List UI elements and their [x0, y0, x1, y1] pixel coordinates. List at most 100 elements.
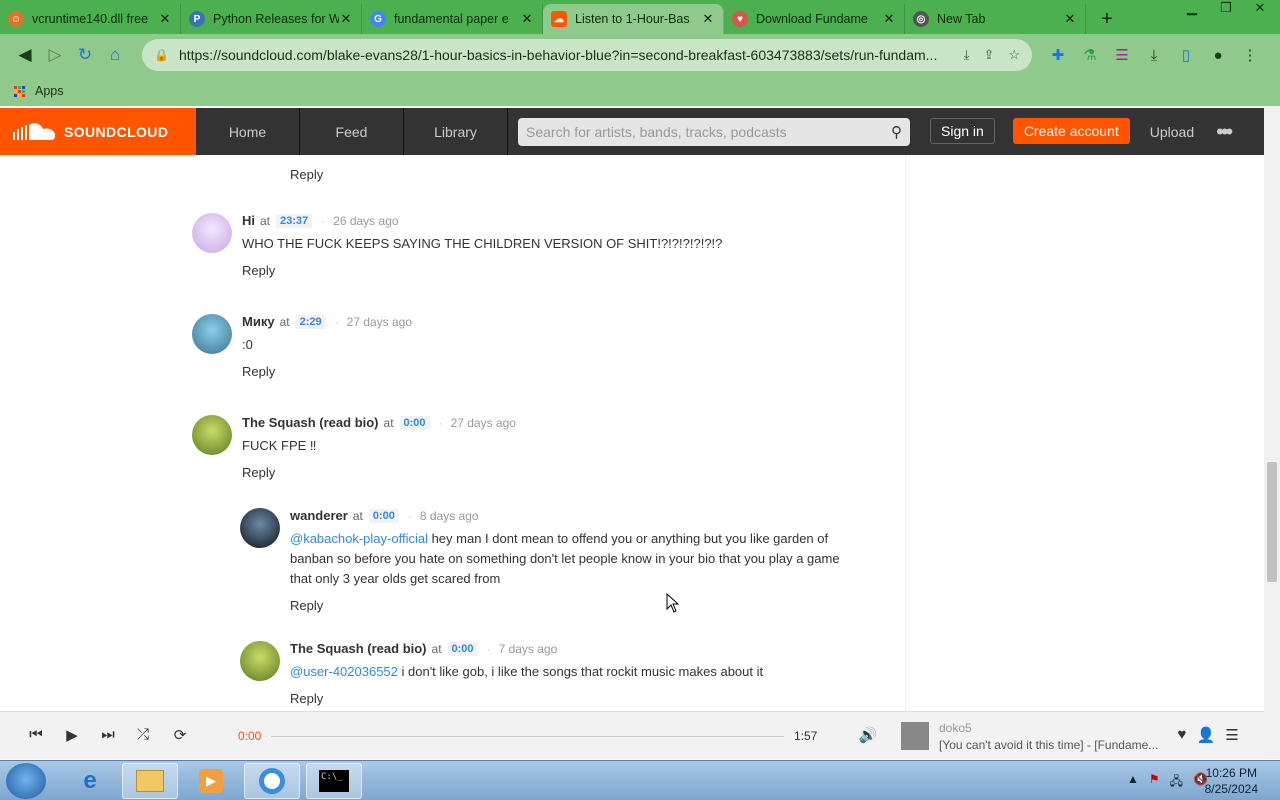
- side-panel-icon[interactable]: ▯: [1170, 46, 1202, 64]
- close-window-icon[interactable]: ✕: [1248, 0, 1272, 16]
- comment-username[interactable]: The Squash (read bio): [290, 641, 427, 656]
- mention-link[interactable]: @kabachok-play-official: [290, 531, 428, 546]
- new-tab-button[interactable]: +: [1094, 6, 1120, 32]
- volume-icon[interactable]: 🔊: [858, 726, 878, 746]
- profile-icon[interactable]: ●: [1202, 47, 1234, 64]
- play-icon[interactable]: ▶: [62, 726, 82, 746]
- extensions-icon[interactable]: ✚: [1042, 46, 1074, 64]
- tray-expand-icon[interactable]: ▲: [1127, 772, 1139, 793]
- tab-close-icon[interactable]: ✕: [882, 11, 896, 27]
- comment-username[interactable]: Мику: [242, 314, 275, 329]
- reading-list-icon[interactable]: ☰: [1106, 46, 1138, 64]
- minimize-icon[interactable]: ▁: [1180, 0, 1204, 16]
- repeat-icon[interactable]: ⟳: [170, 726, 190, 746]
- scrollbar-thumb[interactable]: [1267, 462, 1277, 582]
- comment-username[interactable]: The Squash (read bio): [242, 415, 379, 430]
- tab-close-icon[interactable]: ✕: [158, 11, 172, 27]
- taskbar-explorer-icon[interactable]: [122, 763, 178, 799]
- back-icon[interactable]: ◀: [10, 45, 40, 65]
- track-title[interactable]: [You can't avoid it this time] - [Fundam…: [939, 738, 1164, 752]
- menu-kebab-icon[interactable]: ⋮: [1234, 46, 1266, 64]
- previous-track-icon[interactable]: ⏮: [26, 726, 46, 746]
- track-artwork[interactable]: [901, 722, 929, 750]
- taskbar-ie-icon[interactable]: e: [62, 763, 118, 799]
- lock-icon: 🔒: [154, 48, 169, 62]
- restore-icon[interactable]: ❐: [1214, 0, 1238, 16]
- progress-bar[interactable]: [271, 736, 784, 737]
- address-bar[interactable]: 🔒 https://soundcloud.com/blake-evans28/1…: [142, 39, 1032, 71]
- comment-timestamp[interactable]: 23:37: [276, 213, 313, 228]
- comment-timestamp[interactable]: 0:00: [368, 508, 399, 523]
- reply-link[interactable]: Reply: [290, 598, 850, 613]
- browser-tab[interactable]: ◎ New Tab ✕: [905, 4, 1086, 34]
- search-input[interactable]: Search for artists, bands, tracks, podca…: [518, 118, 910, 146]
- create-account-button[interactable]: Create account: [1012, 118, 1130, 144]
- window-controls: ▁ ❐ ✕: [1180, 0, 1272, 16]
- comment-timestamp[interactable]: 0:00: [399, 415, 430, 430]
- apps-grid-icon: [14, 85, 25, 97]
- upload-link[interactable]: Upload: [1150, 108, 1194, 155]
- browser-tab-active[interactable]: ☁ Listen to 1-Hour-Bas ✕: [543, 4, 724, 34]
- page-scrollbar[interactable]: [1264, 108, 1280, 759]
- comment-at-label: at: [260, 213, 271, 228]
- reply-link[interactable]: Reply: [242, 263, 802, 278]
- clock[interactable]: 10:26 PM 8/25/2024: [1205, 765, 1258, 797]
- browser-tab[interactable]: P Python Releases for W ✕: [181, 4, 362, 34]
- tab-close-icon[interactable]: ✕: [520, 11, 534, 27]
- queue-icon[interactable]: ☰: [1222, 726, 1242, 746]
- separator-dot: ·: [407, 508, 412, 523]
- apps-bookmark[interactable]: Apps: [35, 84, 64, 98]
- taskbar-media-player-icon[interactable]: ▶: [183, 763, 239, 799]
- start-button[interactable]: [6, 763, 46, 799]
- reply-link[interactable]: Reply: [290, 167, 323, 182]
- reply-link[interactable]: Reply: [242, 364, 802, 379]
- browser-tab[interactable]: ☺ vcruntime140.dll free ✕: [0, 4, 181, 34]
- avatar[interactable]: [192, 213, 232, 253]
- browser-tab[interactable]: G fundamental paper e ✕: [362, 4, 543, 34]
- track-artist[interactable]: doko5: [939, 721, 972, 735]
- avatar[interactable]: [240, 508, 280, 548]
- bookmark-star-icon[interactable]: ☆: [1008, 47, 1020, 63]
- more-menu-icon[interactable]: •••: [1216, 108, 1233, 155]
- avatar[interactable]: [192, 314, 232, 354]
- tab-close-icon[interactable]: ✕: [1063, 11, 1077, 27]
- like-heart-icon[interactable]: ♥: [1172, 726, 1192, 746]
- tab-close-icon[interactable]: ✕: [701, 11, 715, 27]
- comment-at-label: at: [352, 508, 363, 523]
- nav-library[interactable]: Library: [404, 108, 508, 155]
- tab-close-icon[interactable]: ✕: [339, 11, 353, 27]
- lab-flask-icon[interactable]: ⚗: [1074, 46, 1106, 64]
- avatar[interactable]: [192, 415, 232, 455]
- comment-header: Hi at 23:37 · 26 days ago: [242, 213, 802, 228]
- reply-link[interactable]: Reply: [242, 465, 802, 480]
- nav-feed[interactable]: Feed: [300, 108, 404, 155]
- tray-network-icon[interactable]: 🖧: [1170, 772, 1183, 793]
- forward-icon[interactable]: ▷: [40, 45, 70, 65]
- sign-in-button[interactable]: Sign in: [930, 118, 995, 144]
- home-icon[interactable]: ⌂: [100, 45, 130, 65]
- next-track-icon[interactable]: ⏭: [98, 726, 118, 746]
- comment-username[interactable]: wanderer: [290, 508, 348, 523]
- reply-link[interactable]: Reply: [290, 691, 850, 706]
- share-icon[interactable]: ⇪: [983, 47, 994, 63]
- reload-icon[interactable]: ↻: [70, 45, 100, 65]
- soundcloud-logo[interactable]: SOUNDCLOUD: [0, 108, 196, 155]
- shuffle-icon[interactable]: ⤮: [133, 726, 153, 746]
- nav-home[interactable]: Home: [196, 108, 300, 155]
- downloads-icon[interactable]: ⤓: [1138, 47, 1170, 64]
- avatar[interactable]: [240, 641, 280, 681]
- browser-tab[interactable]: ♥ Download Fundame ✕: [724, 4, 905, 34]
- follow-user-icon[interactable]: 👤: [1196, 726, 1216, 746]
- soundcloud-header: SOUNDCLOUD Home Feed Library Search for …: [0, 108, 1264, 155]
- taskbar-chrome-icon[interactable]: [244, 763, 300, 799]
- mention-link[interactable]: @user-402036552: [290, 664, 398, 679]
- install-icon[interactable]: ⤓: [964, 47, 970, 63]
- comment-timestamp[interactable]: 0:00: [447, 641, 478, 656]
- python-icon: P: [189, 11, 205, 27]
- search-icon[interactable]: ⚲: [891, 123, 902, 141]
- comment-username[interactable]: Hi: [242, 213, 255, 228]
- comment-timestamp[interactable]: 2:29: [295, 314, 326, 329]
- tray-flag-icon[interactable]: ⚑: [1149, 772, 1160, 793]
- browser-toolbar: ◀ ▷ ↻ ⌂ 🔒 https://soundcloud.com/blake-e…: [0, 34, 1280, 76]
- taskbar-cmd-icon[interactable]: C:\_: [306, 763, 362, 799]
